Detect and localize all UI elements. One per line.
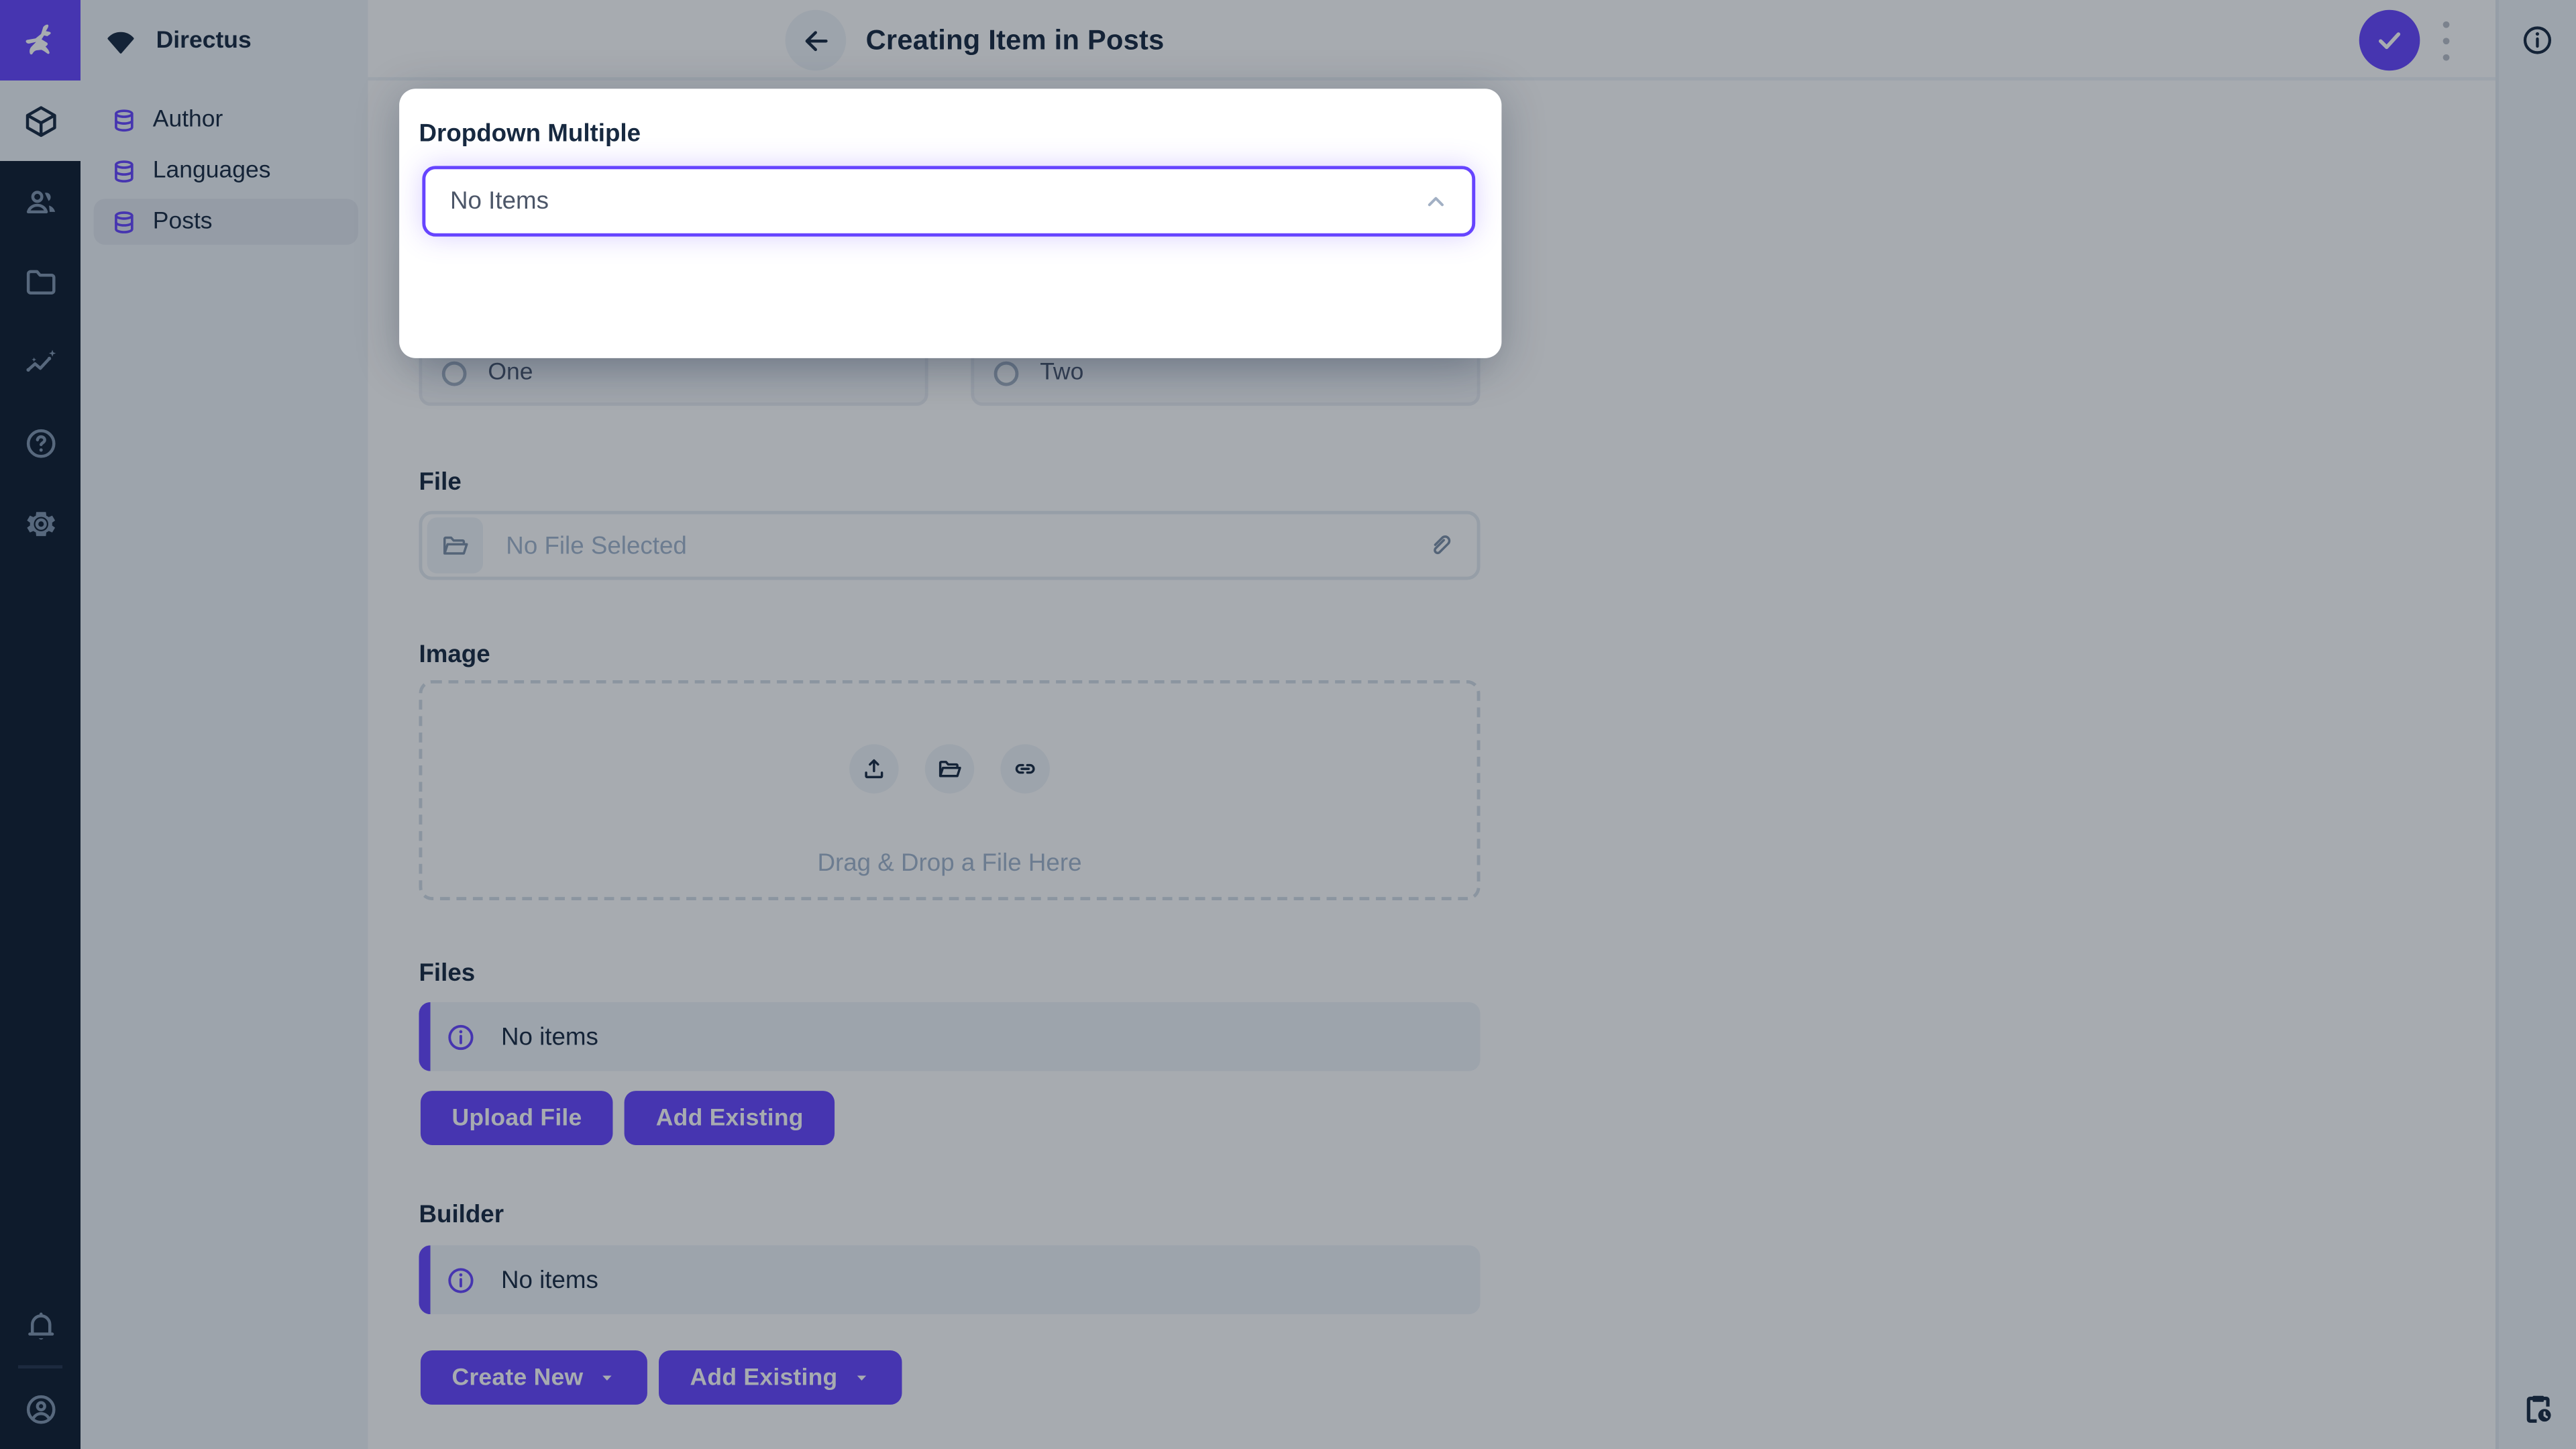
directus-app: Directus Author Languages Posts Creating… (0, 0, 2576, 1449)
dropdown-multiple-label: Dropdown Multiple (419, 119, 641, 148)
chevron-up-icon (1421, 186, 1450, 216)
select-value: No Items (450, 187, 549, 215)
dropdown-multiple-select[interactable]: No Items (422, 166, 1476, 237)
dropdown-multiple-popover: Dropdown Multiple No Items (399, 89, 1502, 358)
